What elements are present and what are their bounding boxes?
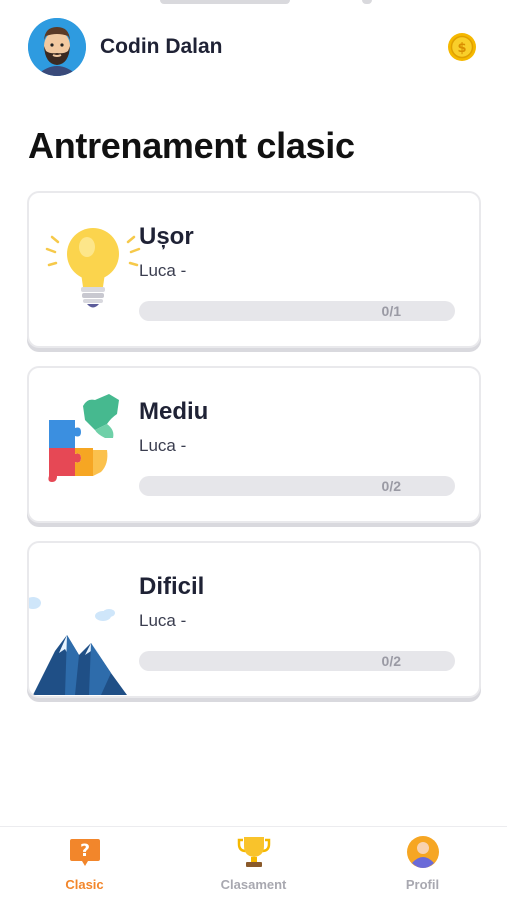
nav-label: Profil <box>405 877 440 892</box>
lightbulb-icon <box>35 209 145 333</box>
progress-text: 0/2 <box>381 478 401 494</box>
avatar[interactable] <box>28 18 86 76</box>
progress-text: 0/2 <box>381 653 401 669</box>
progress-bar: 0/2 <box>139 476 455 496</box>
level-subtitle: Luca - <box>139 436 187 455</box>
level-card-medium[interactable]: Mediu Luca - 0/2 <box>27 366 481 523</box>
nav-tab-clasament[interactable]: Clasament <box>169 827 338 900</box>
progress-bar: 0/1 <box>139 301 455 321</box>
level-title: Mediu <box>139 398 209 425</box>
level-title: Ușor <box>139 223 194 250</box>
level-card-hard[interactable]: Dificil Luca - 0/2 <box>27 541 481 698</box>
mountain-icon <box>29 583 139 696</box>
svg-text:$: $ <box>457 41 466 56</box>
progress-bar: 0/2 <box>139 651 455 671</box>
header: Codin Dalan $ <box>28 18 477 76</box>
nav-label: Clasament <box>220 877 287 892</box>
level-subtitle: Luca - <box>139 611 187 630</box>
level-title: Dificil <box>139 573 205 600</box>
nav-tab-clasic[interactable]: ? Clasic <box>0 827 169 900</box>
page-title: Antrenament clasic <box>28 125 355 166</box>
status-dot <box>362 0 372 4</box>
trophy-icon <box>237 835 271 869</box>
level-subtitle: Luca - <box>139 261 187 280</box>
user-name: Codin Dalan <box>100 35 223 58</box>
progress-text: 0/1 <box>381 303 401 319</box>
status-notch <box>160 0 290 4</box>
nav-label: Clasic <box>65 877 104 892</box>
profile-icon <box>406 835 440 869</box>
svg-text:?: ? <box>80 841 90 861</box>
app-screen: Codin Dalan $ Antrenament clasic Ușor Lu… <box>0 0 507 900</box>
bottom-nav: ? Clasic Clasament Profil <box>0 826 507 900</box>
level-card-easy[interactable]: Ușor Luca - 0/1 <box>27 191 481 348</box>
question-icon: ? <box>68 835 102 869</box>
coin-icon[interactable]: $ <box>447 32 477 62</box>
puzzle-icon <box>35 384 145 508</box>
nav-tab-profil[interactable]: Profil <box>338 827 507 900</box>
